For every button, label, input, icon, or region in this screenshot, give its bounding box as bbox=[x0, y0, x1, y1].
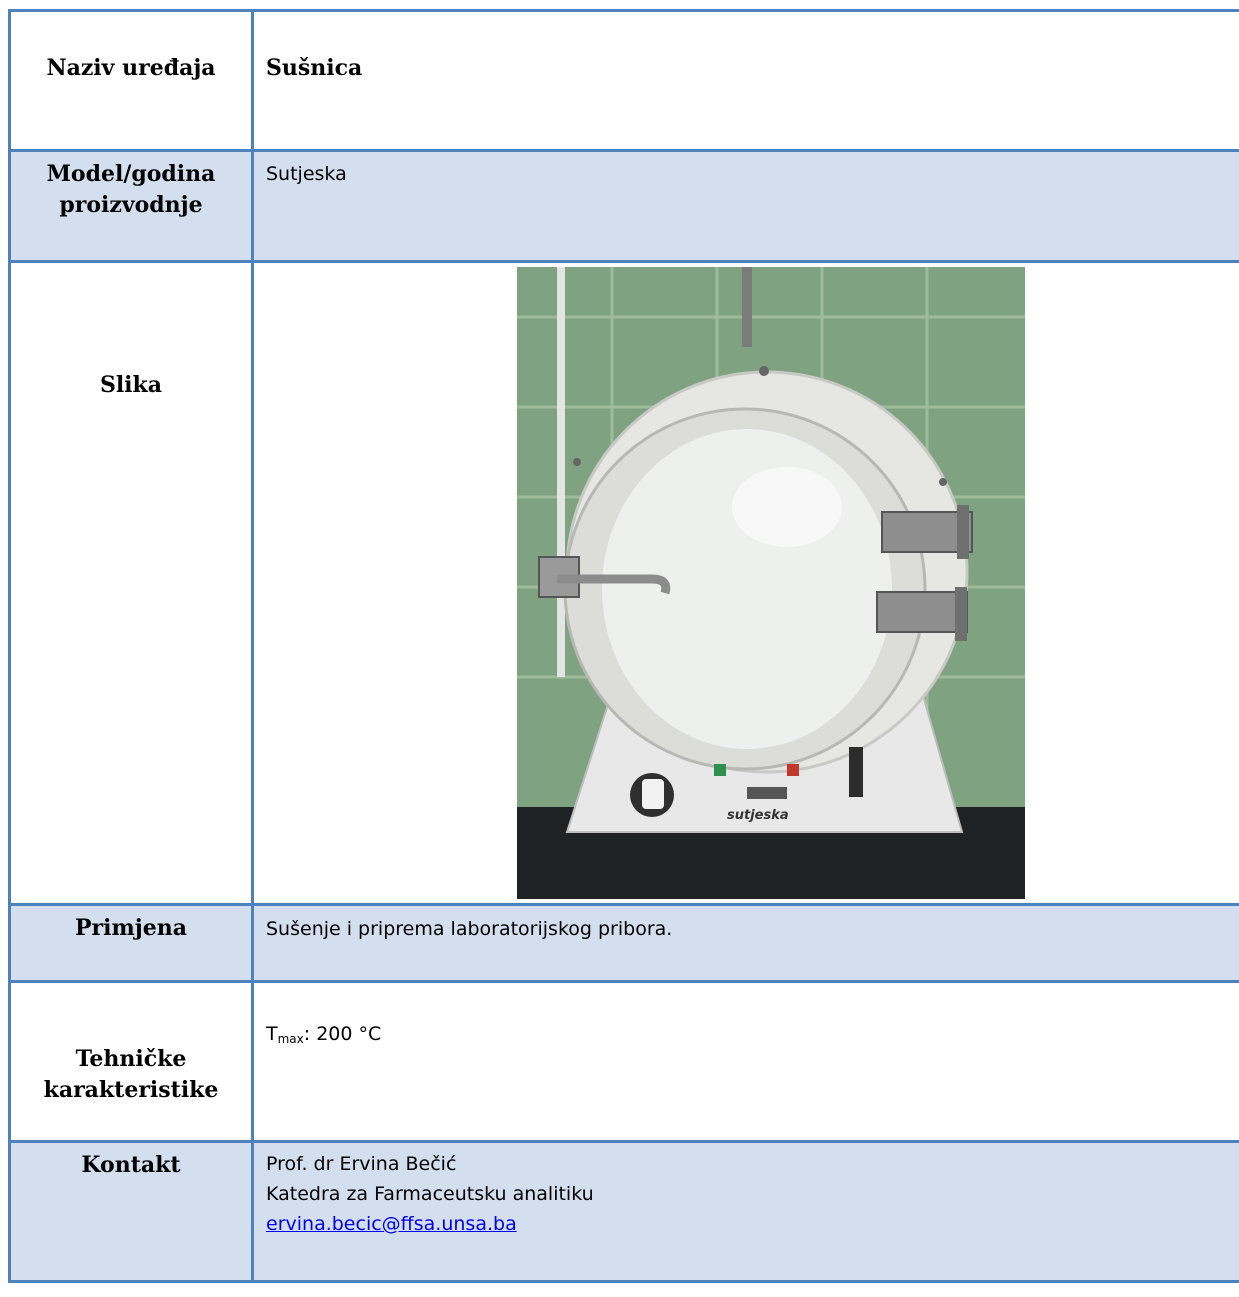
row-model: Model/godina proizvodnje Sutjeska bbox=[8, 149, 1239, 263]
row-tech: Tehničke karakteristike Tmax: 200 °C bbox=[8, 980, 1239, 1143]
device-name-label: Naziv uređaja bbox=[46, 55, 216, 81]
label-cell: Kontakt bbox=[8, 1140, 254, 1283]
label-cell: Slika bbox=[8, 260, 254, 906]
value-cell: Sušnica bbox=[251, 9, 1239, 152]
label-cell: Naziv uređaja bbox=[8, 9, 254, 152]
contact-email-link[interactable]: ervina.becic@ffsa.unsa.ba bbox=[266, 1213, 517, 1235]
contact-label: Kontakt bbox=[81, 1152, 181, 1178]
use-value: Sušenje i priprema laboratorijskog pribo… bbox=[266, 918, 673, 940]
tmax-subscript: max bbox=[277, 1032, 304, 1046]
label-cell: Model/godina proizvodnje bbox=[8, 149, 254, 263]
value-cell: Prof. dr Ervina Bečić Katedra za Farmace… bbox=[251, 1140, 1239, 1283]
tech-value: Tmax: 200 °C bbox=[254, 983, 1239, 1054]
row-device-name: Naziv uređaja Sušnica bbox=[8, 9, 1239, 152]
device-name-value: Sušnica bbox=[266, 55, 363, 81]
tmax-value: : 200 °C bbox=[303, 1023, 382, 1045]
label-cell: Tehničke karakteristike bbox=[8, 980, 254, 1143]
tech-label-line1: Tehničke bbox=[75, 1046, 187, 1072]
value-cell: Tmax: 200 °C bbox=[251, 980, 1239, 1143]
label-cell: Primjena bbox=[8, 903, 254, 983]
tmax-symbol: T bbox=[266, 1023, 278, 1045]
device-brand-lettering: sutjeska bbox=[727, 808, 789, 823]
contact-person: Prof. dr Ervina Bečić bbox=[266, 1153, 457, 1175]
model-value: Sutjeska bbox=[266, 163, 347, 185]
value-cell: Sušenje i priprema laboratorijskog pribo… bbox=[251, 903, 1239, 983]
device-info-table: Naziv uređaja Sušnica Model/godina proiz… bbox=[8, 9, 1239, 1283]
row-contact: Kontakt Prof. dr Ervina Bečić Katedra za… bbox=[8, 1140, 1239, 1283]
model-label-line1: Model/godina bbox=[46, 161, 216, 187]
image-label: Slika bbox=[99, 372, 163, 398]
device-photo: sutjeska bbox=[517, 267, 1025, 899]
model-label-line2: proizvodnje bbox=[59, 192, 203, 218]
contact-department: Katedra za Farmaceutsku analitiku bbox=[266, 1183, 594, 1205]
row-use: Primjena Sušenje i priprema laboratorijs… bbox=[8, 903, 1239, 983]
value-cell: Sutjeska bbox=[251, 149, 1239, 263]
tech-label-line2: karakteristike bbox=[43, 1077, 219, 1103]
value-cell: sutjeska bbox=[251, 260, 1239, 906]
use-label: Primjena bbox=[75, 915, 187, 941]
row-image: Slika sutjeska bbox=[8, 260, 1239, 906]
